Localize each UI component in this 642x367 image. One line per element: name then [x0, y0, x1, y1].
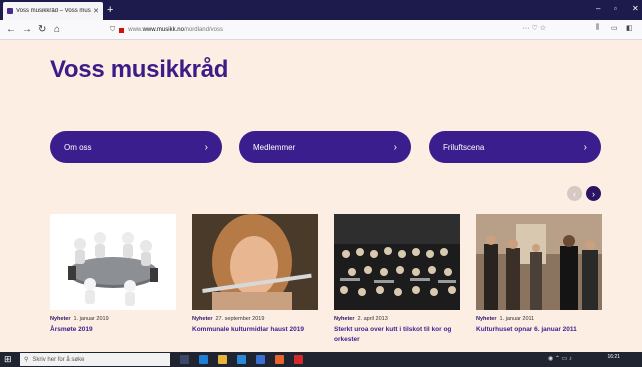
carousel-next-button[interactable]: ›	[586, 186, 601, 201]
news-category: Nyheter	[50, 316, 71, 322]
news-title[interactable]: Sterkt uroa over kutt i tilskot til kor …	[334, 325, 460, 345]
news-card[interactable]: Nyheter 1. januar 2019 Årsmøte 2019	[50, 214, 176, 335]
maximize-icon[interactable]: ▫	[614, 4, 617, 13]
news-title[interactable]: Årsmøte 2019	[50, 325, 176, 335]
site-favicon-icon	[7, 8, 13, 14]
news-title[interactable]: Kulturhuset opnar 6. januar 2011	[476, 325, 602, 335]
url-path: /nordland/voss	[183, 27, 223, 33]
news-date: 2. april 2013	[357, 316, 388, 322]
nav-button-label: Om oss	[64, 142, 92, 152]
back-icon[interactable]: ←	[6, 23, 16, 37]
library-icon[interactable]: ⫼	[596, 24, 599, 32]
site-title[interactable]: Voss musikkråd	[50, 56, 228, 84]
news-date: 27. september 2019	[215, 316, 265, 322]
close-tab-icon[interactable]: ✕	[93, 7, 99, 15]
news-image-orchestra[interactable]	[334, 214, 460, 310]
url-host: www.musikk.no	[142, 27, 184, 33]
news-category: Nyheter	[476, 316, 497, 322]
chevron-right-icon: ›	[393, 141, 397, 153]
browser-tab-bar: Voss musikkråd – Voss musikk ✕ + – ▫ ✕	[0, 0, 642, 20]
minimize-icon[interactable]: –	[596, 4, 600, 13]
chevron-left-icon: ‹	[573, 188, 576, 199]
taskbar-clock[interactable]: 16:21	[607, 354, 620, 360]
news-category: Nyheter	[192, 316, 213, 322]
url-prefix: www.	[128, 27, 143, 33]
tab-title: Voss musikkråd – Voss musikk	[16, 8, 92, 14]
meeting-illustration-icon	[68, 232, 158, 306]
nav-button-label: Friluftscena	[443, 142, 485, 152]
news-meta: Nyheter 2. april 2013	[334, 316, 460, 322]
news-date: 1. januar 2019	[73, 316, 109, 322]
chevron-right-icon: ›	[592, 188, 595, 199]
news-card[interactable]: Nyheter 1. januar 2011 Kulturhuset opnar …	[476, 214, 602, 335]
app-icon[interactable]	[294, 355, 303, 364]
news-image-kulturhus[interactable]	[476, 214, 602, 310]
flute-player-photo-icon	[192, 214, 318, 310]
orchestra-photo-icon	[334, 214, 460, 310]
close-window-icon[interactable]: ✕	[632, 4, 639, 13]
nav-button-om-oss[interactable]: Om oss ›	[50, 131, 222, 163]
carousel-prev-button[interactable]: ‹	[567, 186, 582, 201]
forward-icon[interactable]: →	[22, 23, 32, 37]
address-bar[interactable]: ⛉ www. www.musikk.no/nordland/voss ··· ♡ …	[110, 23, 550, 37]
reload-icon[interactable]: ↻	[38, 23, 46, 37]
file-explorer-icon[interactable]	[218, 355, 227, 364]
windows-start-icon[interactable]: ⊞	[4, 355, 13, 364]
news-image-meeting[interactable]	[50, 214, 176, 310]
news-image-flute[interactable]	[192, 214, 318, 310]
nav-button-label: Medlemmer	[253, 142, 296, 152]
news-date: 1. januar 2011	[499, 316, 535, 322]
browser-nav-bar: ← → ↻ ⌂ ⛉ www. www.musikk.no/nordland/vos…	[0, 20, 642, 40]
task-view-icon[interactable]	[180, 355, 189, 364]
news-category: Nyheter	[334, 316, 355, 322]
nav-button-medlemmer[interactable]: Medlemmer ›	[239, 131, 411, 163]
news-card[interactable]: Nyheter 27. september 2019 Kommunale kult…	[192, 214, 318, 335]
store-icon[interactable]	[237, 355, 246, 364]
page-actions-icon[interactable]: ··· ♡ ☆	[523, 24, 546, 32]
news-meta: Nyheter 1. januar 2011	[476, 316, 602, 322]
browser-tab[interactable]: Voss musikkråd – Voss musikk ✕	[3, 2, 103, 20]
news-title[interactable]: Kommunale kulturmidlar haust 2019	[192, 325, 318, 335]
extension-icon[interactable]: ◧	[626, 24, 633, 32]
system-tray-icons[interactable]: ◉ ⌃ ▭ ♪	[548, 355, 572, 362]
sidebar-icon[interactable]: ▭	[611, 24, 618, 32]
taskbar-search-input[interactable]: ⚲ Skriv her for å søke	[20, 353, 170, 366]
edge-icon[interactable]	[199, 355, 208, 364]
new-tab-button[interactable]: +	[107, 3, 113, 17]
mail-icon[interactable]	[256, 355, 265, 364]
news-card[interactable]: Nyheter 2. april 2013 Sterkt uroa over ku…	[334, 214, 460, 345]
taskbar-search-placeholder: Skriv her for å søke	[32, 356, 85, 363]
news-meta: Nyheter 27. september 2019	[192, 316, 318, 322]
kulturhus-photo-icon	[476, 214, 602, 310]
search-icon: ⚲	[24, 357, 29, 363]
site-info-icon[interactable]	[119, 27, 125, 33]
chevron-right-icon: ›	[583, 141, 587, 153]
chevron-right-icon: ›	[204, 141, 208, 153]
news-meta: Nyheter 1. januar 2019	[50, 316, 176, 322]
home-icon[interactable]: ⌂	[54, 23, 60, 37]
shield-icon: ⛉	[110, 26, 116, 33]
firefox-icon[interactable]	[275, 355, 284, 364]
nav-button-friluftscena[interactable]: Friluftscena ›	[429, 131, 601, 163]
os-taskbar: ⊞ ⚲ Skriv her for å søke ◉ ⌃ ▭ ♪ 16:21	[0, 352, 642, 367]
